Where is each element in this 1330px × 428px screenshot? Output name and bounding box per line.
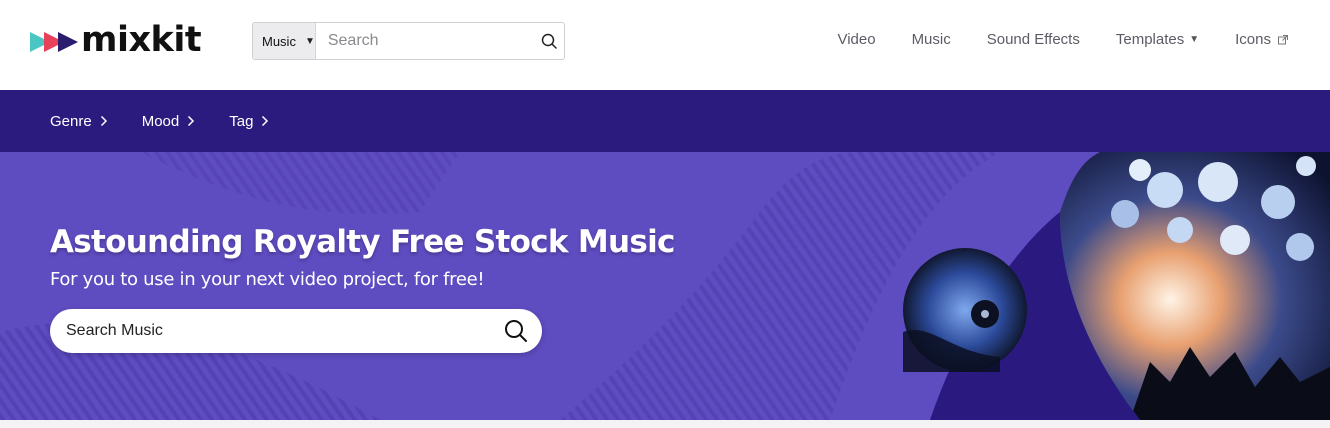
caret-down-icon: ▼ <box>1189 34 1200 45</box>
hero-search-input[interactable] <box>66 322 490 340</box>
search-button[interactable] <box>535 23 564 59</box>
header-search: Music ▼ <box>252 22 565 60</box>
chevron-right-icon <box>262 115 269 127</box>
category-genre[interactable]: Genre <box>50 113 108 130</box>
nav-sound-effects[interactable]: Sound Effects <box>987 31 1080 48</box>
external-link-icon <box>1278 34 1288 44</box>
nav-icons[interactable]: Icons <box>1235 31 1288 48</box>
main-nav: Video Music Sound Effects Templates ▼ Ico… <box>837 31 1288 48</box>
nav-label: Sound Effects <box>986 31 1080 48</box>
page-divider <box>0 420 1330 428</box>
nav-label: Music <box>911 31 951 48</box>
category-mood[interactable]: Mood <box>142 113 196 130</box>
site-header: mixkit Music ▼ Video Music Sound Effects… <box>0 0 1330 90</box>
nav-templates[interactable]: Templates ▼ <box>1116 31 1199 48</box>
hero-search-button[interactable] <box>490 319 542 343</box>
hero-subtitle: For you to use in your next video projec… <box>50 269 485 290</box>
search-category-select[interactable]: Music ▼ <box>253 23 316 59</box>
search-icon <box>505 320 527 342</box>
chevron-right-icon <box>100 115 107 127</box>
logo-mark-icon <box>30 32 78 52</box>
hero-banner: Astounding Royalty Free Stock Music For … <box>0 152 1330 420</box>
nav-label: Templates <box>1115 31 1185 48</box>
category-bar: Genre Mood Tag <box>0 90 1330 152</box>
search-icon <box>542 33 558 49</box>
category-label: Genre <box>50 112 92 130</box>
logo[interactable]: mixkit <box>30 19 202 64</box>
hero-search <box>50 309 542 353</box>
hero-title: Astounding Royalty Free Stock Music <box>50 224 675 260</box>
nav-music[interactable]: Music <box>912 31 951 48</box>
nav-video[interactable]: Video <box>837 31 875 48</box>
nav-label: Icons <box>1235 31 1271 48</box>
category-label: Tag <box>229 112 254 130</box>
caret-down-icon: ▼ <box>304 35 315 47</box>
search-category-label: Music <box>262 33 296 49</box>
chevron-right-icon <box>188 115 195 127</box>
search-input[interactable] <box>315 23 535 59</box>
category-tag[interactable]: Tag <box>229 113 269 130</box>
category-label: Mood <box>141 112 180 130</box>
nav-label: Video <box>837 31 876 48</box>
logo-text: mixkit <box>81 19 202 60</box>
